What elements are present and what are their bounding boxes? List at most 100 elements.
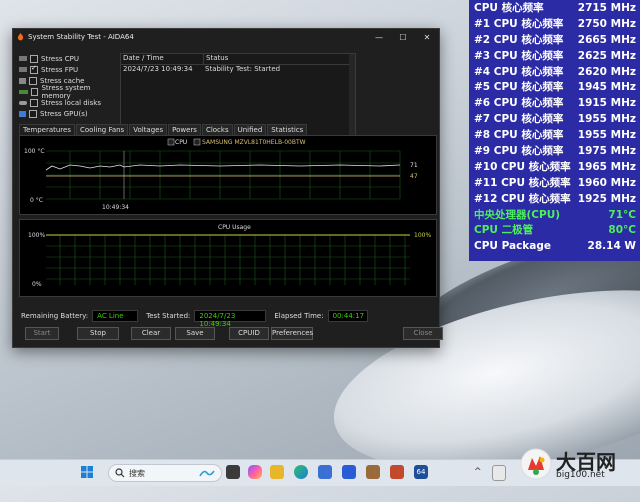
cpu-usage-title: CPU Usage xyxy=(218,224,251,231)
start-time-label: 10:49:34 xyxy=(102,204,129,211)
cpu-legend-label: CPU xyxy=(175,139,187,146)
cpu-temp-value: 71 xyxy=(410,162,418,169)
temperature-graph: CPU SAMSUNG MZVL81T0HELB-00BTW 100 °C 0 … xyxy=(19,135,437,215)
osd-row-cpu-clock: CPU 核心频率 2715 MHz xyxy=(474,2,636,14)
list-item[interactable]: 2024/7/23 10:49:34 Stability Test: Start… xyxy=(121,65,355,75)
sensor-osd-panel: CPU 核心频率 2715 MHz #1 CPU 核心频率 2750 MHz #2 … xyxy=(469,0,640,261)
osd-row-core-7: #7 CPU 核心频率 1955 MHz xyxy=(474,113,636,126)
test-started-label: Test Started: xyxy=(146,312,191,320)
cpu-temp-series xyxy=(45,164,401,171)
stress-cpu-option[interactable]: Stress CPU xyxy=(19,53,119,64)
cpuid-button[interactable]: CPUID xyxy=(229,327,269,340)
stop-button[interactable]: Stop xyxy=(77,327,119,340)
remaining-battery-value: AC Line xyxy=(92,310,139,322)
app-icon-b[interactable] xyxy=(366,465,380,479)
osd-row-core-11: #11 CPU 核心频率 1960 MHz xyxy=(474,176,636,189)
stress-options: Stress CPU Stress FPU Stress cache Stres… xyxy=(19,53,119,119)
search-highlight-icon xyxy=(199,470,215,477)
disk-icon xyxy=(19,100,27,105)
remaining-battery-label: Remaining Battery: xyxy=(21,312,89,320)
close-window-button[interactable]: ✕ xyxy=(415,33,439,42)
title-bar[interactable]: System Stability Test - AIDA64 — ☐ ✕ xyxy=(13,29,439,45)
search-placeholder: 搜索 xyxy=(129,468,145,478)
osd-row-core-8: #8 CPU 核心频率 1955 MHz xyxy=(474,129,636,142)
close-button[interactable]: Close xyxy=(403,327,443,340)
status-bar: Remaining Battery: AC Line Test Started:… xyxy=(21,310,431,328)
usage-grid xyxy=(46,234,410,285)
taskbar-search-box[interactable]: 搜索 xyxy=(108,464,222,482)
osd-row-core-10: #10 CPU 核心频率 1965 MHz xyxy=(474,160,636,173)
stress-fpu-option[interactable]: Stress FPU xyxy=(19,64,119,75)
temperature-graph-svg: CPU SAMSUNG MZVL81T0HELB-00BTW 100 °C 0 … xyxy=(24,138,418,211)
file-explorer-icon[interactable] xyxy=(270,465,284,479)
osd-row-cpu-package: CPU Package 28.14 W xyxy=(474,240,636,253)
usage-y-top-label: 100% xyxy=(28,232,45,239)
ssd-temp-value: 47 xyxy=(410,173,418,180)
osd-row-cpu-temp: 中央处理器(CPU) 71°C xyxy=(474,208,636,221)
site-logo-url: big100.net xyxy=(556,470,605,480)
copilot-icon[interactable] xyxy=(248,465,262,479)
microsoft-store-icon[interactable] xyxy=(318,465,332,479)
gpu-icon xyxy=(19,110,26,117)
cpu-usage-graph: CPU Usage 100% 0% 100% xyxy=(19,219,437,297)
stress-gpu-option[interactable]: Stress GPU(s) xyxy=(19,108,119,119)
stress-cpu-checkbox[interactable] xyxy=(30,54,38,63)
site-logo-icon xyxy=(520,448,552,480)
row-date: 2024/7/23 10:49:34 xyxy=(123,65,193,73)
ssd-legend-checkbox[interactable] xyxy=(193,138,201,146)
row-status: Stability Test: Started xyxy=(205,65,281,73)
search-icon xyxy=(115,468,125,478)
button-row: Start Stop Clear Save CPUID Preferences … xyxy=(25,327,443,340)
osd-row-core-5: #5 CPU 核心频率 1945 MHz xyxy=(474,81,636,94)
usage-y-bottom-label: 0% xyxy=(32,281,42,288)
fpu-chip-icon xyxy=(19,67,27,72)
stress-gpu-checkbox[interactable] xyxy=(29,109,37,118)
osd-row-cpu-diode: CPU 二极管 80°C xyxy=(474,224,636,237)
cpu-usage-value: 100% xyxy=(414,232,431,239)
aida64-taskbar-icon[interactable]: 64 xyxy=(414,465,428,479)
stress-memory-option[interactable]: Stress system memory xyxy=(19,84,119,100)
maximize-button[interactable]: ☐ xyxy=(391,33,415,42)
window-title: System Stability Test - AIDA64 xyxy=(28,33,134,41)
osd-row-core-4: #4 CPU 核心频率 2620 MHz xyxy=(474,65,636,78)
start-windows-icon[interactable] xyxy=(80,465,94,479)
app-icon-c[interactable] xyxy=(390,465,404,479)
clear-button[interactable]: Clear xyxy=(131,327,171,340)
elapsed-time-label: Elapsed Time: xyxy=(274,312,324,320)
elapsed-time-value: 00:44:17 xyxy=(327,310,368,322)
date-column-header[interactable]: Date / Time xyxy=(121,54,204,64)
cache-icon xyxy=(19,77,26,84)
edge-browser-icon[interactable] xyxy=(294,465,308,479)
stress-cache-checkbox[interactable] xyxy=(29,76,37,85)
memory-icon xyxy=(19,89,28,94)
stress-memory-checkbox[interactable] xyxy=(30,87,39,96)
start-button[interactable]: Start xyxy=(25,327,59,340)
tray-chevron-icon[interactable]: ^ xyxy=(474,465,484,479)
temperature-grid xyxy=(46,150,401,200)
save-button[interactable]: Save xyxy=(175,327,215,340)
cpu-usage-graph-svg: CPU Usage 100% 0% 100% xyxy=(28,224,431,288)
status-list-scrollbar[interactable] xyxy=(349,54,355,144)
test-started-value: 2024/7/23 10:49:34 xyxy=(194,310,267,328)
osd-row-core-1: #1 CPU 核心频率 2750 MHz xyxy=(474,17,636,30)
minimize-button[interactable]: — xyxy=(367,33,391,42)
app-icon-a[interactable] xyxy=(342,465,356,479)
stress-disks-checkbox[interactable] xyxy=(30,98,38,107)
y-axis-bottom-label: 0 °C xyxy=(30,197,43,204)
aida64-window[interactable]: System Stability Test - AIDA64 — ☐ ✕ Str… xyxy=(12,28,443,348)
preferences-button[interactable]: Preferences xyxy=(271,327,313,340)
osd-row-core-9: #9 CPU 核心频率 1975 MHz xyxy=(474,145,636,158)
osd-row-core-6: #6 CPU 核心频率 1915 MHz xyxy=(474,97,636,110)
task-view-icon[interactable] xyxy=(226,465,240,479)
cpu-legend-checkbox[interactable] xyxy=(167,138,175,146)
status-column-header[interactable]: Status xyxy=(204,54,355,64)
site-watermark: 大百网 big100.net xyxy=(520,446,638,485)
status-list-header: Date / Time Status xyxy=(121,54,355,65)
stress-fpu-checkbox[interactable] xyxy=(30,64,38,74)
ssd-legend-label: SAMSUNG MZVL81T0HELB-00BTW xyxy=(202,139,306,146)
osd-row-core-2: #2 CPU 核心频率 2665 MHz xyxy=(474,33,636,46)
osd-row-core-3: #3 CPU 核心频率 2625 MHz xyxy=(474,49,636,62)
tray-app-icon[interactable] xyxy=(492,465,506,481)
osd-row-core-12: #12 CPU 核心频率 1925 MHz xyxy=(474,192,636,205)
aida64-flame-icon xyxy=(17,33,24,41)
